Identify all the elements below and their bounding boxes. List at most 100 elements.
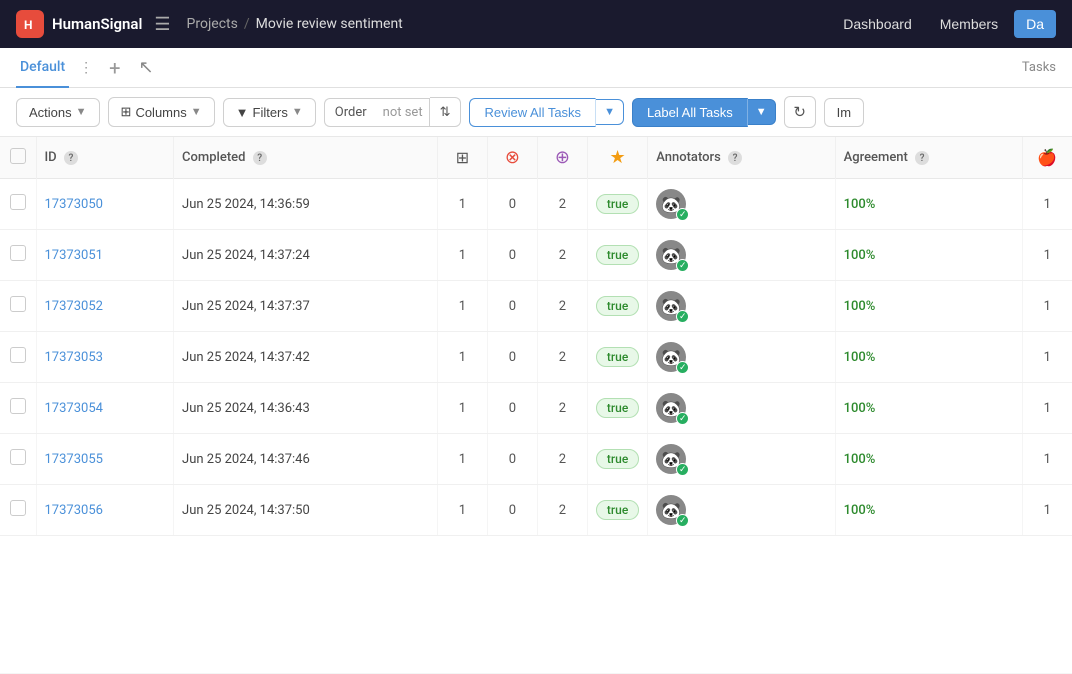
row-completed-cell: Jun 25 2024, 14:37:46 [174,434,438,485]
col-annotators-help-icon[interactable]: ? [728,151,742,165]
avatar-check-icon: ✓ [676,310,689,323]
row-checkbox-cell [0,230,36,281]
row-link-cell: 2 [537,434,587,485]
row-link-value: 2 [559,503,566,518]
row-checkbox[interactable] [10,245,26,261]
row-link-value: 2 [559,197,566,212]
row-annotators-cell: 🐼 ✓ [648,332,835,383]
row-agreement-cell: 100% [835,281,1022,332]
breadcrumb-projects[interactable]: Projects [187,16,238,32]
review-all-button[interactable]: Review All Tasks [469,98,596,127]
breadcrumb-sep: / [244,16,250,32]
row-agreement-value: 100% [844,197,876,212]
table-row: 17373050 Jun 25 2024, 14:36:59 1 0 2 tru… [0,179,1072,230]
row-expand-value: 1 [459,452,466,467]
refresh-button[interactable]: ↻ [784,96,816,128]
row-cancel-cell: 0 [487,281,537,332]
row-star-cell: true [587,383,647,434]
row-annotators-cell: 🐼 ✓ [648,383,835,434]
row-annotators-cell: 🐼 ✓ [648,230,835,281]
row-star-cell: true [587,434,647,485]
col-agreement-help-icon[interactable]: ? [915,151,929,165]
dashboard-button[interactable]: Dashboard [831,10,924,38]
label-all-dropdown-button[interactable]: ▼ [748,99,776,125]
row-expand-cell: 1 [437,281,487,332]
avatar-check-icon: ✓ [676,208,689,221]
row-id-cell: 17373056 [36,485,174,536]
row-agreement-cell: 100% [835,332,1022,383]
row-annotators-cell: 🐼 ✓ [648,434,835,485]
row-id-cell: 17373055 [36,434,174,485]
row-annotators-cell: 🐼 ✓ [648,281,835,332]
row-last-cell: 1 [1022,434,1072,485]
row-id-cell: 17373050 [36,179,174,230]
avatar-check-icon: ✓ [676,412,689,425]
row-agreement-value: 100% [844,503,876,518]
table-row: 17373051 Jun 25 2024, 14:37:24 1 0 2 tru… [0,230,1072,281]
row-last-value: 1 [1044,197,1051,212]
avatar-check-icon: ✓ [676,463,689,476]
row-star-cell: true [587,281,647,332]
row-cancel-cell: 0 [487,485,537,536]
row-id[interactable]: 17373051 [45,248,103,263]
select-all-checkbox[interactable] [10,148,26,164]
col-id-help-icon[interactable]: ? [64,151,78,165]
review-button-group: Review All Tasks ▼ [469,98,623,127]
row-checkbox[interactable] [10,296,26,312]
row-link-cell: 2 [537,281,587,332]
order-sort-button[interactable]: ⇅ [430,97,462,127]
row-annotator-avatar: 🐼 ✓ [656,189,686,219]
row-id-cell: 17373054 [36,383,174,434]
row-agreement-cell: 100% [835,383,1022,434]
table-row: 17373056 Jun 25 2024, 14:37:50 1 0 2 tru… [0,485,1072,536]
col-completed-label: Completed [182,150,245,165]
row-agreement-value: 100% [844,350,876,365]
hamburger-icon[interactable]: ☰ [154,14,170,35]
row-checkbox[interactable] [10,500,26,516]
row-cancel-value: 0 [509,248,516,263]
row-checkbox[interactable] [10,398,26,414]
row-id[interactable]: 17373050 [45,197,103,212]
row-id[interactable]: 17373052 [45,299,103,314]
columns-button[interactable]: ⊞ Columns ▼ [108,97,215,127]
col-header-checkbox [0,137,36,179]
row-id[interactable]: 17373053 [45,350,103,365]
tasks-count-label: Tasks [1022,60,1056,75]
row-cancel-value: 0 [509,452,516,467]
row-checkbox-cell [0,485,36,536]
review-all-dropdown-button[interactable]: ▼ [596,99,624,125]
label-all-button[interactable]: Label All Tasks [632,98,748,127]
col-header-expand: ⊞ [437,137,487,179]
da-button[interactable]: Da [1014,10,1056,38]
row-annotator-avatar: 🐼 ✓ [656,495,686,525]
row-id[interactable]: 17373054 [45,401,103,416]
row-id[interactable]: 17373055 [45,452,103,467]
row-checkbox[interactable] [10,449,26,465]
tab-add-button[interactable]: + [99,52,130,84]
actions-button[interactable]: Actions ▼ [16,98,100,127]
row-flag-badge: true [596,296,639,316]
row-agreement-value: 100% [844,248,876,263]
row-annotator-avatar: 🐼 ✓ [656,240,686,270]
col-header-completed: Completed ? [174,137,438,179]
row-checkbox[interactable] [10,194,26,210]
row-agreement-cell: 100% [835,179,1022,230]
tab-dots[interactable]: ⋮ [73,56,99,80]
row-completed-cell: Jun 25 2024, 14:36:59 [174,179,438,230]
filters-button[interactable]: ▼ Filters ▼ [223,98,316,127]
tab-default[interactable]: Default [16,48,69,88]
breadcrumb: Projects / Movie review sentiment [187,16,403,32]
members-button[interactable]: Members [928,10,1010,38]
import-label: Im [837,105,851,120]
avatar-check-icon: ✓ [676,259,689,272]
col-completed-help-icon[interactable]: ? [253,151,267,165]
row-checkbox[interactable] [10,347,26,363]
cancel-col-icon: ⊗ [505,147,520,168]
row-last-cell: 1 [1022,383,1072,434]
order-label: Order [324,98,377,127]
row-checkbox-cell [0,332,36,383]
import-button[interactable]: Im [824,98,864,127]
row-completed-cell: Jun 25 2024, 14:37:24 [174,230,438,281]
row-id[interactable]: 17373056 [45,503,103,518]
row-expand-value: 1 [459,299,466,314]
